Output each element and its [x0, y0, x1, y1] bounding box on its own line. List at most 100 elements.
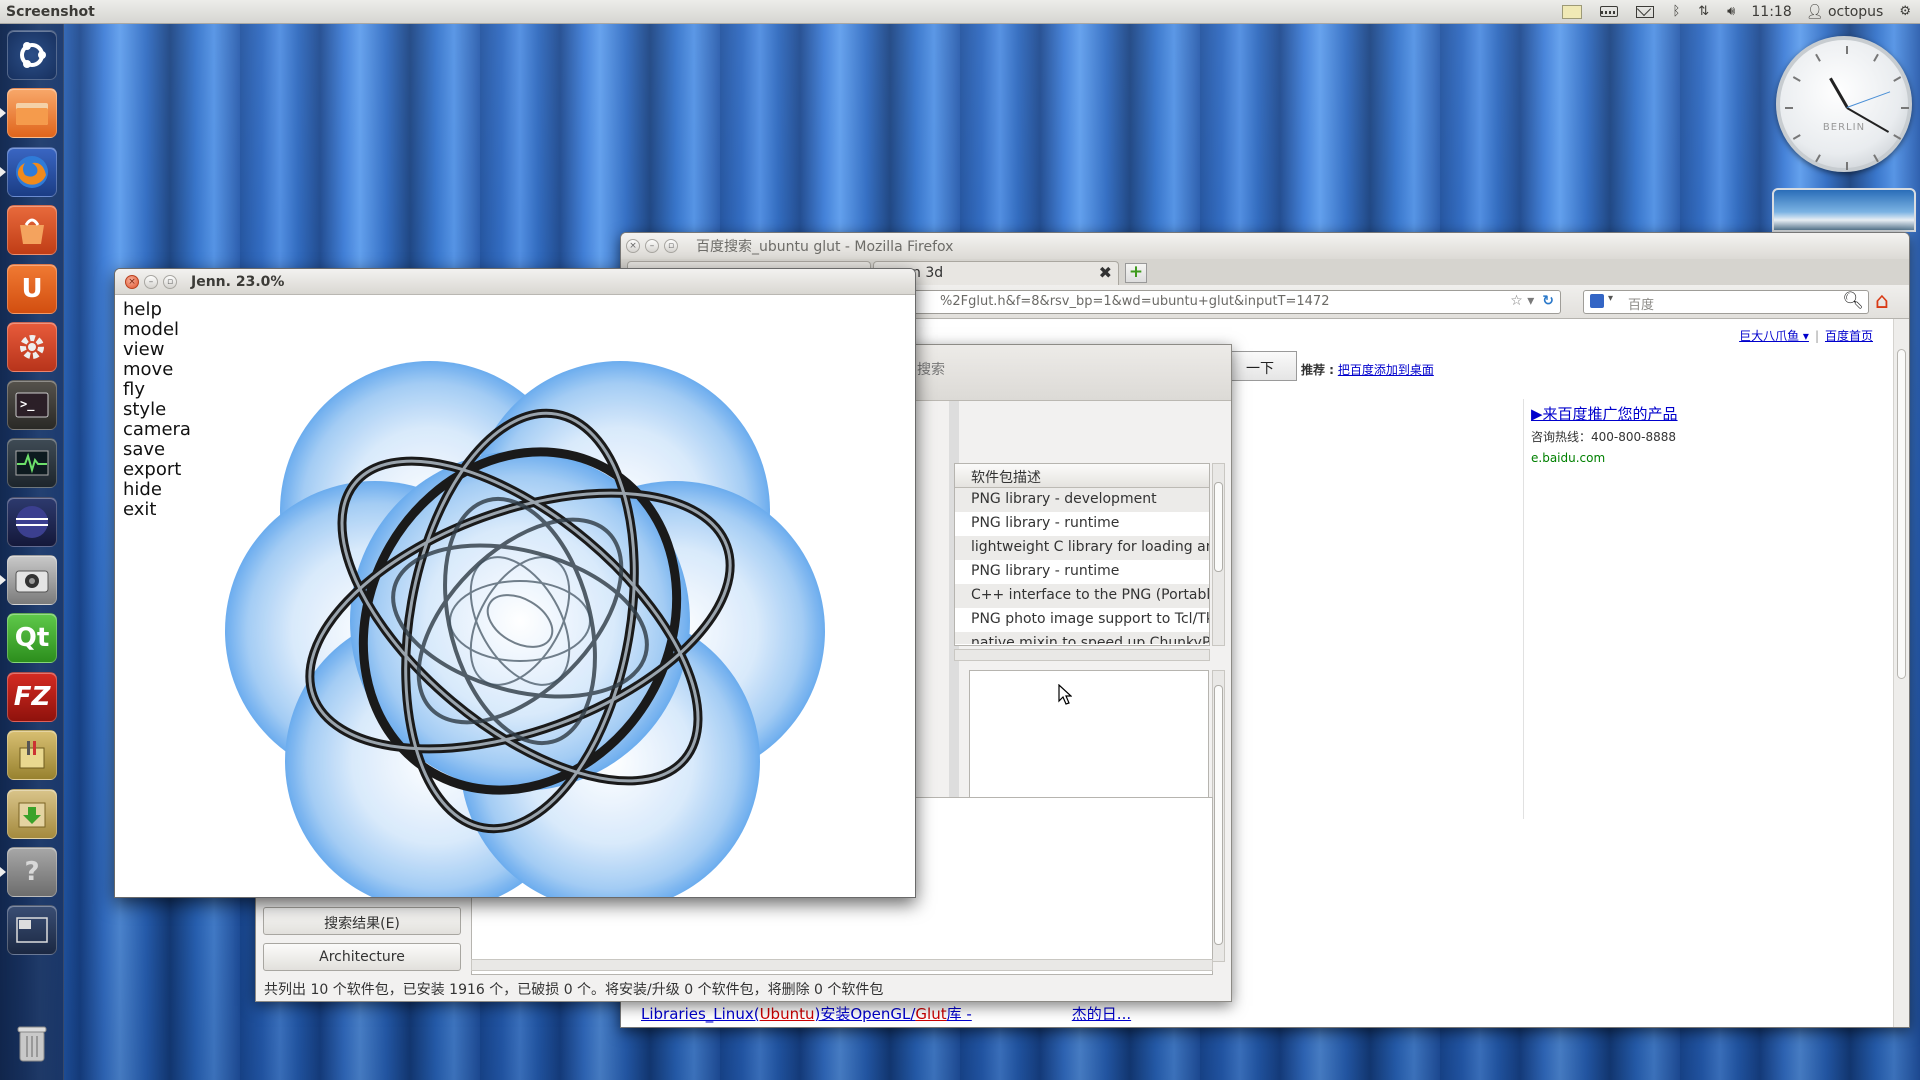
- menu-item-move[interactable]: move: [123, 360, 191, 380]
- architecture-button[interactable]: Architecture: [263, 943, 461, 971]
- ad-hotline: 咨询热线：400-800-8888: [1531, 430, 1677, 444]
- menu-item-hide[interactable]: hide: [123, 480, 191, 500]
- result-highlight-1[interactable]: Ubuntu: [760, 1005, 815, 1023]
- result-text-3[interactable]: 库 -: [947, 1005, 972, 1023]
- files-icon[interactable]: [7, 88, 57, 138]
- minimize-window-button[interactable]: –: [144, 274, 158, 289]
- menu-item-style[interactable]: style: [123, 400, 191, 420]
- baidu-search-button[interactable]: 一下: [1231, 351, 1297, 381]
- top-panel: Screenshot ᛒ ⇅ 🔊︎ 11:18 👤︎ octopus ⚙: [0, 0, 1920, 24]
- recommend-label: 推荐 :: [1301, 363, 1334, 377]
- webpage-scrollbar[interactable]: [1893, 319, 1909, 1027]
- clock-time[interactable]: 11:18: [1751, 4, 1791, 20]
- search-engine-dropdown-icon[interactable]: ▾: [1608, 293, 1613, 304]
- mail-icon[interactable]: [1636, 5, 1655, 18]
- home-icon[interactable]: ⌂: [1875, 291, 1899, 313]
- menu-item-view[interactable]: view: [123, 340, 191, 360]
- network-icon[interactable]: ⇅: [1698, 4, 1709, 19]
- launcher-running-pip: [0, 867, 6, 877]
- detail-vscrollbar[interactable]: [1212, 670, 1225, 962]
- close-window-button[interactable]: ×: [626, 239, 640, 253]
- session-gear-icon[interactable]: ⚙: [1899, 4, 1911, 19]
- scrollbar-thumb[interactable]: [1214, 685, 1223, 945]
- baidu-home-link[interactable]: 百度首页: [1825, 329, 1873, 343]
- result-highlight-2[interactable]: Glut: [915, 1005, 946, 1023]
- firefox-titlebar[interactable]: × – ▫ 百度搜索_ubuntu glut - Mozilla Firefox: [621, 233, 1909, 259]
- menu-item-save[interactable]: save: [123, 440, 191, 460]
- desktop-clock-widget[interactable]: BERLIN: [1776, 36, 1912, 172]
- ubuntu-logo-icon[interactable]: [7, 30, 57, 80]
- table-row[interactable]: PNG library - runtime: [955, 512, 1209, 536]
- result-text-4[interactable]: 杰的日...: [1072, 1005, 1131, 1023]
- menu-item-camera[interactable]: camera: [123, 420, 191, 440]
- scrollbar-thumb[interactable]: [1897, 349, 1906, 679]
- terminal-icon[interactable]: >_: [7, 380, 57, 430]
- menu-item-export[interactable]: export: [123, 460, 191, 480]
- close-window-button[interactable]: ×: [125, 274, 139, 289]
- table-row[interactable]: lightweight C library for loading an: [955, 536, 1209, 560]
- url-text: %2Fglut.h&f=8&rsv_bp=1&wd=ubuntu+glut&in…: [940, 294, 1330, 309]
- table-row[interactable]: PNG library - runtime: [955, 560, 1209, 584]
- package-list-hscrollbar[interactable]: [954, 649, 1210, 661]
- menu-item-fly[interactable]: fly: [123, 380, 191, 400]
- unity-launcher: U >_ Qt FZ ?: [0, 24, 64, 1080]
- bluetooth-icon[interactable]: ᛒ: [1672, 4, 1680, 19]
- search-icon[interactable]: 🔍︎: [1842, 291, 1864, 311]
- volume-icon[interactable]: 🔊︎: [1727, 4, 1735, 19]
- eclipse-icon[interactable]: [7, 497, 57, 547]
- table-row[interactable]: PNG photo image support to Tcl/Tk: [955, 608, 1209, 632]
- package-list-vscrollbar[interactable]: [1212, 463, 1225, 646]
- scrollbar-thumb[interactable]: [1214, 482, 1223, 572]
- text-editor-icon[interactable]: [7, 730, 57, 780]
- url-dropdown-icon[interactable]: ▾: [1527, 293, 1534, 309]
- camera-icon[interactable]: [7, 555, 57, 605]
- bookmark-star-icon[interactable]: ☆: [1510, 293, 1523, 309]
- result-text-2[interactable]: )安装OpenGL/: [814, 1005, 915, 1023]
- user-account-link[interactable]: 巨大八爪鱼 ▾: [1739, 329, 1809, 343]
- menu-item-model[interactable]: model: [123, 320, 191, 340]
- archive-installer-icon[interactable]: [7, 789, 57, 839]
- qt-creator-icon[interactable]: Qt: [7, 613, 57, 663]
- system-monitor-icon[interactable]: [7, 438, 57, 488]
- filezilla-icon[interactable]: FZ: [7, 672, 57, 722]
- lower-hscrollbar[interactable]: [471, 959, 1213, 971]
- search-bar[interactable]: ▾ 百度 🔍︎: [1583, 290, 1869, 314]
- search-engine-icon[interactable]: [1590, 294, 1604, 308]
- launcher-running-pip: [0, 167, 6, 177]
- ubuntu-one-icon[interactable]: U: [7, 264, 57, 314]
- table-row[interactable]: C++ interface to the PNG (Portable: [955, 584, 1209, 608]
- active-app-title: Screenshot: [6, 3, 95, 20]
- software-center-icon[interactable]: [7, 205, 57, 255]
- ad-headline-link[interactable]: ▶来百度推广您的产品: [1531, 403, 1678, 424]
- firefox-window-title: 百度搜索_ubuntu glut - Mozilla Firefox: [696, 239, 954, 255]
- menu-item-help[interactable]: help: [123, 300, 191, 320]
- maximize-window-button[interactable]: ▫: [163, 274, 177, 289]
- result-text-1[interactable]: Libraries_Linux(: [641, 1005, 760, 1023]
- system-settings-icon[interactable]: [7, 322, 57, 372]
- add-baidu-desktop-link[interactable]: 把百度添加到桌面: [1338, 363, 1434, 377]
- new-tab-button[interactable]: +: [1125, 263, 1147, 283]
- jenn3d-polytope-render[interactable]: [200, 291, 840, 898]
- table-row[interactable]: native mixin to speed up ChunkyPN: [955, 632, 1209, 644]
- desktop-photo-widget[interactable]: [1772, 188, 1916, 232]
- firefox-icon[interactable]: [7, 147, 57, 197]
- indicator-applet-icon[interactable]: [1562, 4, 1583, 19]
- trash-icon[interactable]: [7, 1018, 57, 1068]
- table-row[interactable]: PNG library - development: [955, 488, 1209, 512]
- workspace-switcher-icon[interactable]: [7, 905, 57, 955]
- clock-city: BERLIN: [1822, 122, 1866, 133]
- user-menu[interactable]: 👤︎ octopus: [1806, 4, 1884, 20]
- close-tab-icon[interactable]: ✖: [1099, 263, 1112, 282]
- ad-site[interactable]: e.baidu.com: [1531, 451, 1678, 465]
- menu-item-exit[interactable]: exit: [123, 500, 191, 520]
- column-header-description[interactable]: 软件包描述: [955, 464, 1209, 488]
- svg-text:>_: >_: [20, 397, 35, 412]
- search-result-link[interactable]: Libraries_Linux(Ubuntu)安装OpenGL/Glut库 - 杰…: [641, 1003, 1131, 1024]
- help-icon[interactable]: ?: [7, 847, 57, 897]
- toolbar-search-label[interactable]: 搜索: [917, 359, 945, 379]
- reload-icon[interactable]: ↻: [1542, 293, 1554, 309]
- search-results-button[interactable]: 搜索结果(E): [263, 907, 461, 935]
- keyboard-icon[interactable]: [1600, 6, 1619, 17]
- minimize-window-button[interactable]: –: [645, 239, 659, 253]
- maximize-window-button[interactable]: ▫: [664, 239, 678, 253]
